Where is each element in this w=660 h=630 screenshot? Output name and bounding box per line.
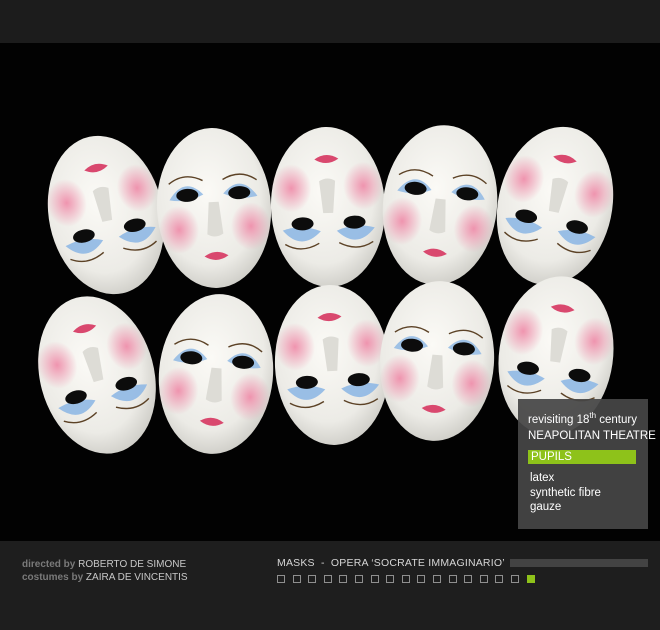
thumbnail-14[interactable] [479, 575, 488, 583]
mask-7 [151, 288, 281, 460]
mask-1 [32, 124, 180, 306]
mask-3 [267, 124, 389, 290]
thumbnail-12[interactable] [448, 575, 457, 583]
thumbnail-13[interactable] [464, 575, 473, 583]
thumbnail-6[interactable] [355, 575, 363, 583]
thumbnail-16[interactable] [511, 575, 519, 583]
century-text: revisiting 18 [528, 414, 590, 426]
thumbnail-15[interactable] [495, 575, 504, 583]
costume-credit: costumes by ZAIRA DE VINCENTIS [22, 572, 188, 584]
thumbnail-5[interactable] [339, 575, 348, 583]
material-item: gauze [530, 501, 562, 513]
mask-5 [481, 115, 629, 297]
thumbnail-17[interactable] [526, 575, 535, 583]
category-label: PUPILS [531, 451, 572, 463]
thumbnail-3[interactable] [308, 575, 317, 583]
thumbnail-8[interactable] [386, 575, 395, 583]
material-item: synthetic fibre [530, 486, 601, 499]
mask-6 [20, 282, 174, 468]
thumbnail-4[interactable] [323, 575, 332, 583]
info-line-theatre: NEAPOLITAN THEATRE [528, 430, 656, 442]
thumbnail-7[interactable] [370, 575, 379, 583]
info-line-century: revisiting 18th century [528, 412, 637, 427]
costume-role: costumes by [22, 572, 84, 583]
top-bar [0, 0, 660, 43]
info-panel: revisiting 18th century NEAPOLITAN THEAT… [518, 399, 656, 529]
century-suffix: century [596, 414, 637, 426]
thumbnail-10[interactable] [417, 575, 426, 583]
progress-track [510, 559, 648, 567]
mask-8 [270, 281, 394, 449]
mask-4 [374, 118, 506, 292]
mask-2 [152, 124, 276, 292]
materials-list: latex synthetic fibre gauze [530, 471, 601, 515]
category-highlight: PUPILS [528, 450, 636, 464]
director-credit: directed by ROBERTO DE SIMONE [22, 559, 186, 571]
director-name: ROBERTO DE SIMONE [78, 559, 187, 570]
mask-9 [373, 276, 501, 446]
material-item: latex [530, 472, 555, 484]
thumbnail-11[interactable] [433, 575, 441, 583]
director-role: directed by [22, 559, 76, 570]
thumbnail-2[interactable] [292, 575, 301, 583]
costume-designer-name: ZAIRA DE VINCENTIS [85, 572, 188, 583]
footer: directed by ROBERTO DE SIMONE costumes b… [0, 541, 660, 630]
gallery-title: MASKS - OPERA ‘SOCRATE IMMAGINARIO’ [277, 557, 505, 569]
thumbnail-9[interactable] [401, 575, 410, 583]
thumbnail-1[interactable] [277, 575, 285, 583]
